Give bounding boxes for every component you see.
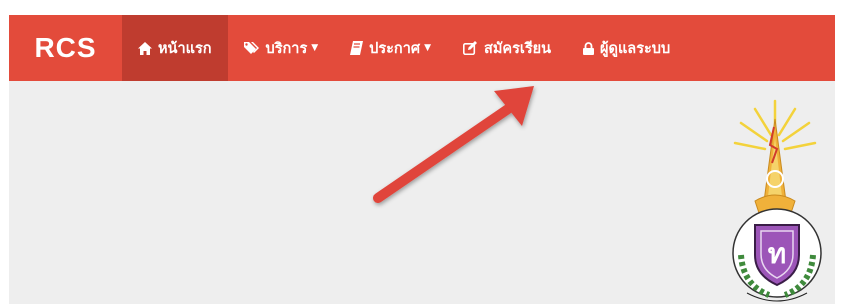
nav-item-announcements[interactable]: ประกาศ ▼ (334, 15, 447, 81)
svg-text:ท: ท (768, 237, 786, 270)
home-icon (138, 41, 152, 55)
nav-item-label: ผู้ดูแลระบบ (600, 40, 671, 57)
navbar: RCS หน้าแรก บริการ ▼ ประกาศ ▼ สมัครเรียน… (9, 15, 835, 81)
school-emblem-icon: ท (732, 99, 822, 302)
nav-item-label: หน้าแรก (158, 40, 212, 57)
nav-item-admin[interactable]: ผู้ดูแลระบบ (567, 15, 686, 81)
caret-down-icon: ▼ (424, 43, 431, 53)
nav-item-services[interactable]: บริการ ▼ (228, 15, 335, 81)
brand-logo[interactable]: RCS (9, 15, 122, 81)
main-content: ท (9, 81, 835, 304)
book-icon (350, 41, 364, 55)
edit-icon (462, 41, 478, 55)
tags-icon (243, 41, 260, 55)
lock-icon (583, 41, 595, 55)
arrow-icon (373, 86, 534, 203)
nav-item-label: บริการ (265, 40, 308, 57)
nav-item-register[interactable]: สมัครเรียน (447, 15, 567, 81)
caret-down-icon: ▼ (311, 43, 319, 53)
nav-item-label: สมัครเรียน (483, 40, 552, 57)
nav-item-home[interactable]: หน้าแรก (122, 15, 228, 81)
nav-item-label: ประกาศ (369, 40, 421, 57)
